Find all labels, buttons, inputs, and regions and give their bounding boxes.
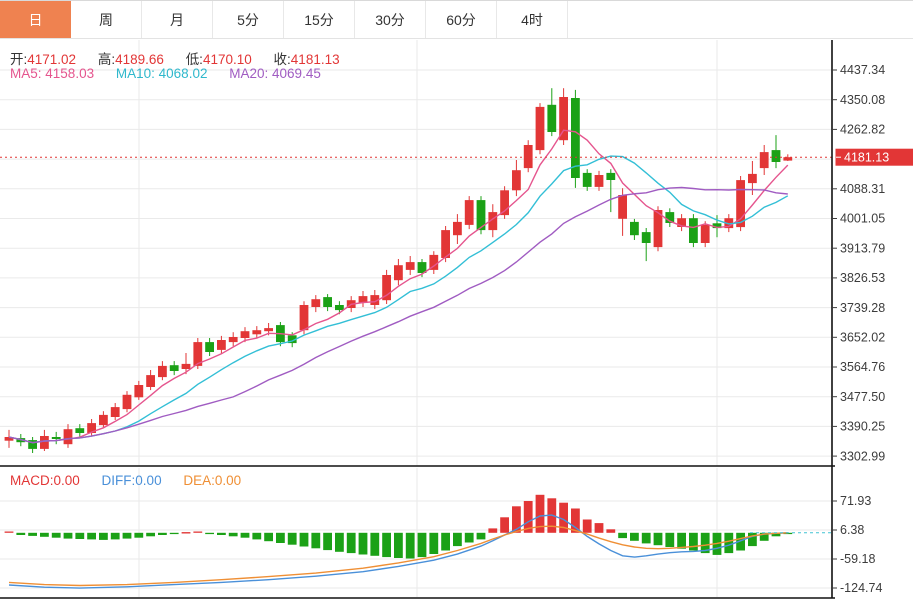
svg-text:6.38: 6.38 [840, 523, 864, 537]
main-grid [0, 40, 832, 597]
dea-label: DEA: [183, 473, 215, 488]
ma10-value: 4068.02 [158, 66, 208, 81]
svg-text:3302.99: 3302.99 [840, 449, 885, 463]
ma20-value: 4069.45 [272, 66, 321, 81]
svg-text:3390.25: 3390.25 [840, 420, 885, 434]
quote-row: 开:4171.02 高:4189.66 低:4170.10 收:4181.13 [10, 48, 340, 68]
diff-label: DIFF: [101, 473, 136, 488]
ma5-label: MA5: [10, 66, 42, 81]
kline-app: 日周月 5分 15分 30分 60分 4时 4437.34 4350.08 4262.82 40… [0, 0, 913, 602]
close-label: 收: [273, 52, 291, 67]
high-label: 高: [97, 52, 116, 67]
svg-text:4437.34: 4437.34 [840, 63, 885, 77]
svg-text:-59.18: -59.18 [840, 552, 875, 566]
svg-text:3826.53: 3826.53 [840, 271, 885, 285]
svg-text:4001.05: 4001.05 [840, 212, 885, 226]
svg-text:3652.02: 3652.02 [840, 331, 885, 345]
svg-text:4181.13: 4181.13 [844, 151, 889, 165]
svg-text:4262.82: 4262.82 [840, 123, 885, 137]
macd-value: 0.00 [53, 473, 80, 488]
close-value: 4181.13 [290, 52, 340, 67]
svg-text:3913.79: 3913.79 [840, 241, 885, 255]
ma20-label: MA20: [229, 66, 269, 81]
svg-text:3477.50: 3477.50 [840, 390, 885, 404]
ma-row: MA5: 4158.03 MA10: 4068.02 MA20: 4069.45 [10, 66, 321, 81]
macd-label: MACD: [10, 473, 54, 488]
candles-layer [4, 88, 793, 453]
price-tag: 4181.13 [835, 148, 913, 166]
macd-histogram [4, 494, 793, 559]
svg-text:3564.76: 3564.76 [840, 360, 885, 374]
open-value: 4171.02 [27, 52, 77, 67]
macd-row: MACD:0.00 DIFF:0.00 DEA:0.00 [10, 473, 241, 488]
diff-value: 0.00 [135, 473, 162, 488]
dea-value: 0.00 [214, 473, 242, 488]
svg-text:-124.74: -124.74 [840, 581, 882, 595]
kline-chart[interactable]: 4437.34 4350.08 4262.82 4088.31 4001.05 3913.… [0, 0, 913, 602]
svg-text:71.93: 71.93 [840, 494, 871, 508]
high-value: 4189.66 [115, 52, 164, 67]
svg-text:4350.08: 4350.08 [840, 93, 885, 107]
ma10-label: MA10: [115, 66, 155, 81]
ma5-value: 4158.03 [45, 66, 95, 81]
low-label: 低: [185, 52, 203, 67]
open-label: 开: [10, 52, 28, 67]
svg-text:4088.31: 4088.31 [840, 182, 885, 196]
price-axis-labels: 4437.34 4350.08 4262.82 4088.31 4001.05 3913.… [832, 63, 885, 595]
svg-text:3739.28: 3739.28 [840, 301, 885, 315]
low-value: 4170.10 [202, 52, 252, 67]
